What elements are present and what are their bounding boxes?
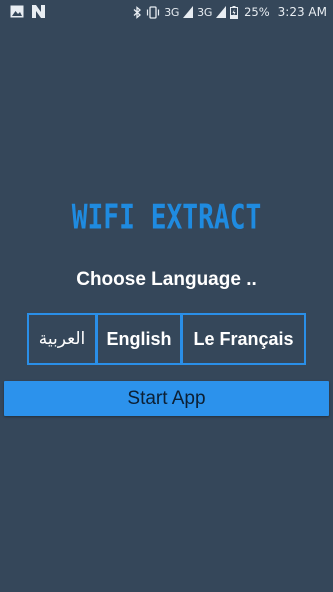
battery-percent: 25% bbox=[244, 5, 270, 19]
status-bar-right: 3G 3G 25% 3:23 AM bbox=[133, 4, 327, 20]
status-bar-left bbox=[10, 5, 45, 18]
signal-icon bbox=[183, 6, 194, 18]
language-button-english[interactable]: English bbox=[96, 313, 182, 365]
image-icon bbox=[10, 5, 24, 18]
clock: 3:23 AM bbox=[277, 5, 327, 19]
battery-charging-icon bbox=[230, 5, 239, 19]
signal-icon bbox=[216, 6, 227, 18]
bluetooth-icon bbox=[133, 5, 142, 19]
language-button-french[interactable]: Le Français bbox=[181, 313, 306, 365]
start-app-button-label: Start App bbox=[127, 387, 206, 409]
vibrate-icon bbox=[146, 5, 160, 19]
language-selector: العربية English Le Français bbox=[27, 313, 306, 365]
choose-language-label: Choose Language .. bbox=[76, 269, 257, 290]
language-button-arabic[interactable]: العربية bbox=[27, 313, 97, 365]
start-app-button[interactable]: Start App bbox=[4, 381, 329, 416]
network-type-1: 3G bbox=[164, 5, 180, 19]
network-type-2: 3G bbox=[197, 5, 213, 19]
n-notification-icon bbox=[32, 5, 45, 18]
status-bar: 3G 3G 25% 3:23 AM bbox=[0, 0, 333, 24]
app-title: WIFI EXTRACT bbox=[71, 197, 262, 237]
